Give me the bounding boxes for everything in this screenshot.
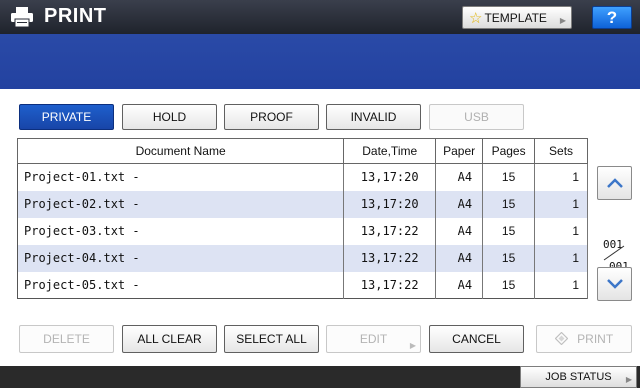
print-button[interactable]: PRINT (536, 325, 632, 353)
tab-hold[interactable]: HOLD (122, 104, 217, 130)
template-button[interactable]: ☆ TEMPLATE ▶ (462, 6, 572, 29)
set-count: 1 (534, 271, 588, 299)
table-row[interactable]: Project-05.txt - 13,17:22 A4 15 1 (17, 271, 588, 299)
date-time: 13,17:22 (343, 217, 437, 245)
corner-arrow-icon: ▶ (409, 341, 416, 350)
print-diamond-icon (554, 328, 569, 354)
date-time: 13,17:22 (343, 244, 437, 272)
page-count: 15 (482, 190, 536, 218)
print-label: PRINT (577, 332, 614, 346)
edit-label: EDIT (359, 332, 388, 346)
table-row[interactable]: Project-04.txt - 13,17:22 A4 15 1 (17, 244, 588, 272)
document-name: Project-04.txt - (17, 244, 345, 272)
corner-arrow-icon: ▶ (625, 375, 632, 384)
chevron-up-icon (606, 178, 623, 188)
date-time: 13,17:20 (343, 190, 437, 218)
page-count: 15 (482, 217, 536, 245)
delete-button[interactable]: DELETE (19, 325, 114, 353)
all-clear-button[interactable]: ALL CLEAR (122, 325, 217, 353)
status-bar: JOB STATUS ▶ (0, 366, 640, 388)
paper-size: A4 (435, 190, 484, 218)
document-name: Project-03.txt - (17, 217, 345, 245)
tab-proof[interactable]: PROOF (224, 104, 319, 130)
paper-size: A4 (435, 163, 484, 191)
column-header: Date,Time (343, 138, 437, 164)
column-header: Sets (534, 138, 588, 164)
scroll-down-button[interactable] (597, 267, 632, 301)
set-count: 1 (534, 163, 588, 191)
table-row[interactable]: Project-01.txt - 13,17:20 A4 15 1 (17, 163, 588, 191)
set-count: 1 (534, 244, 588, 272)
document-name: Project-02.txt - (17, 190, 345, 218)
tab-usb[interactable]: USB (429, 104, 524, 130)
printer-icon (11, 7, 33, 27)
set-count: 1 (534, 190, 588, 218)
header-band (0, 34, 640, 89)
corner-arrow-icon: ▶ (559, 16, 566, 25)
template-label: TEMPLATE (484, 10, 547, 25)
page-count: 15 (482, 271, 536, 299)
table-row[interactable]: Project-03.txt - 13,17:22 A4 15 1 (17, 217, 588, 245)
page-count: 15 (482, 244, 536, 272)
column-header: Document Name (16, 138, 345, 164)
date-time: 13,17:22 (343, 271, 437, 299)
page-count: 15 (482, 163, 536, 191)
page-title: PRINT (44, 5, 107, 27)
set-count: 1 (534, 217, 588, 245)
paper-size: A4 (435, 217, 484, 245)
job-table: Document Name Date,Time Paper Pages Sets… (16, 138, 588, 299)
date-time: 13,17:20 (343, 163, 437, 191)
column-header: Paper (435, 138, 484, 164)
job-status-button[interactable]: JOB STATUS ▶ (520, 366, 637, 388)
tab-private[interactable]: PRIVATE (19, 104, 114, 130)
job-status-label: JOB STATUS (545, 371, 612, 383)
star-icon: ☆ (469, 9, 483, 27)
scroll-up-button[interactable] (597, 166, 632, 200)
title-bar: PRINT ☆ TEMPLATE ▶ ? (0, 0, 640, 34)
cancel-button[interactable]: CANCEL (429, 325, 524, 353)
document-name: Project-05.txt - (17, 271, 345, 299)
column-header: Pages (482, 138, 536, 164)
select-all-button[interactable]: SELECT ALL (224, 325, 319, 353)
paper-size: A4 (435, 244, 484, 272)
chevron-down-icon (606, 279, 623, 289)
document-name: Project-01.txt - (17, 163, 345, 191)
tab-invalid[interactable]: INVALID (326, 104, 421, 130)
paper-size: A4 (435, 271, 484, 299)
edit-button[interactable]: EDIT ▶ (326, 325, 421, 353)
table-row[interactable]: Project-02.txt - 13,17:20 A4 15 1 (17, 190, 588, 218)
table-header: Document Name Date,Time Paper Pages Sets (16, 138, 588, 164)
help-button[interactable]: ? (592, 6, 632, 29)
